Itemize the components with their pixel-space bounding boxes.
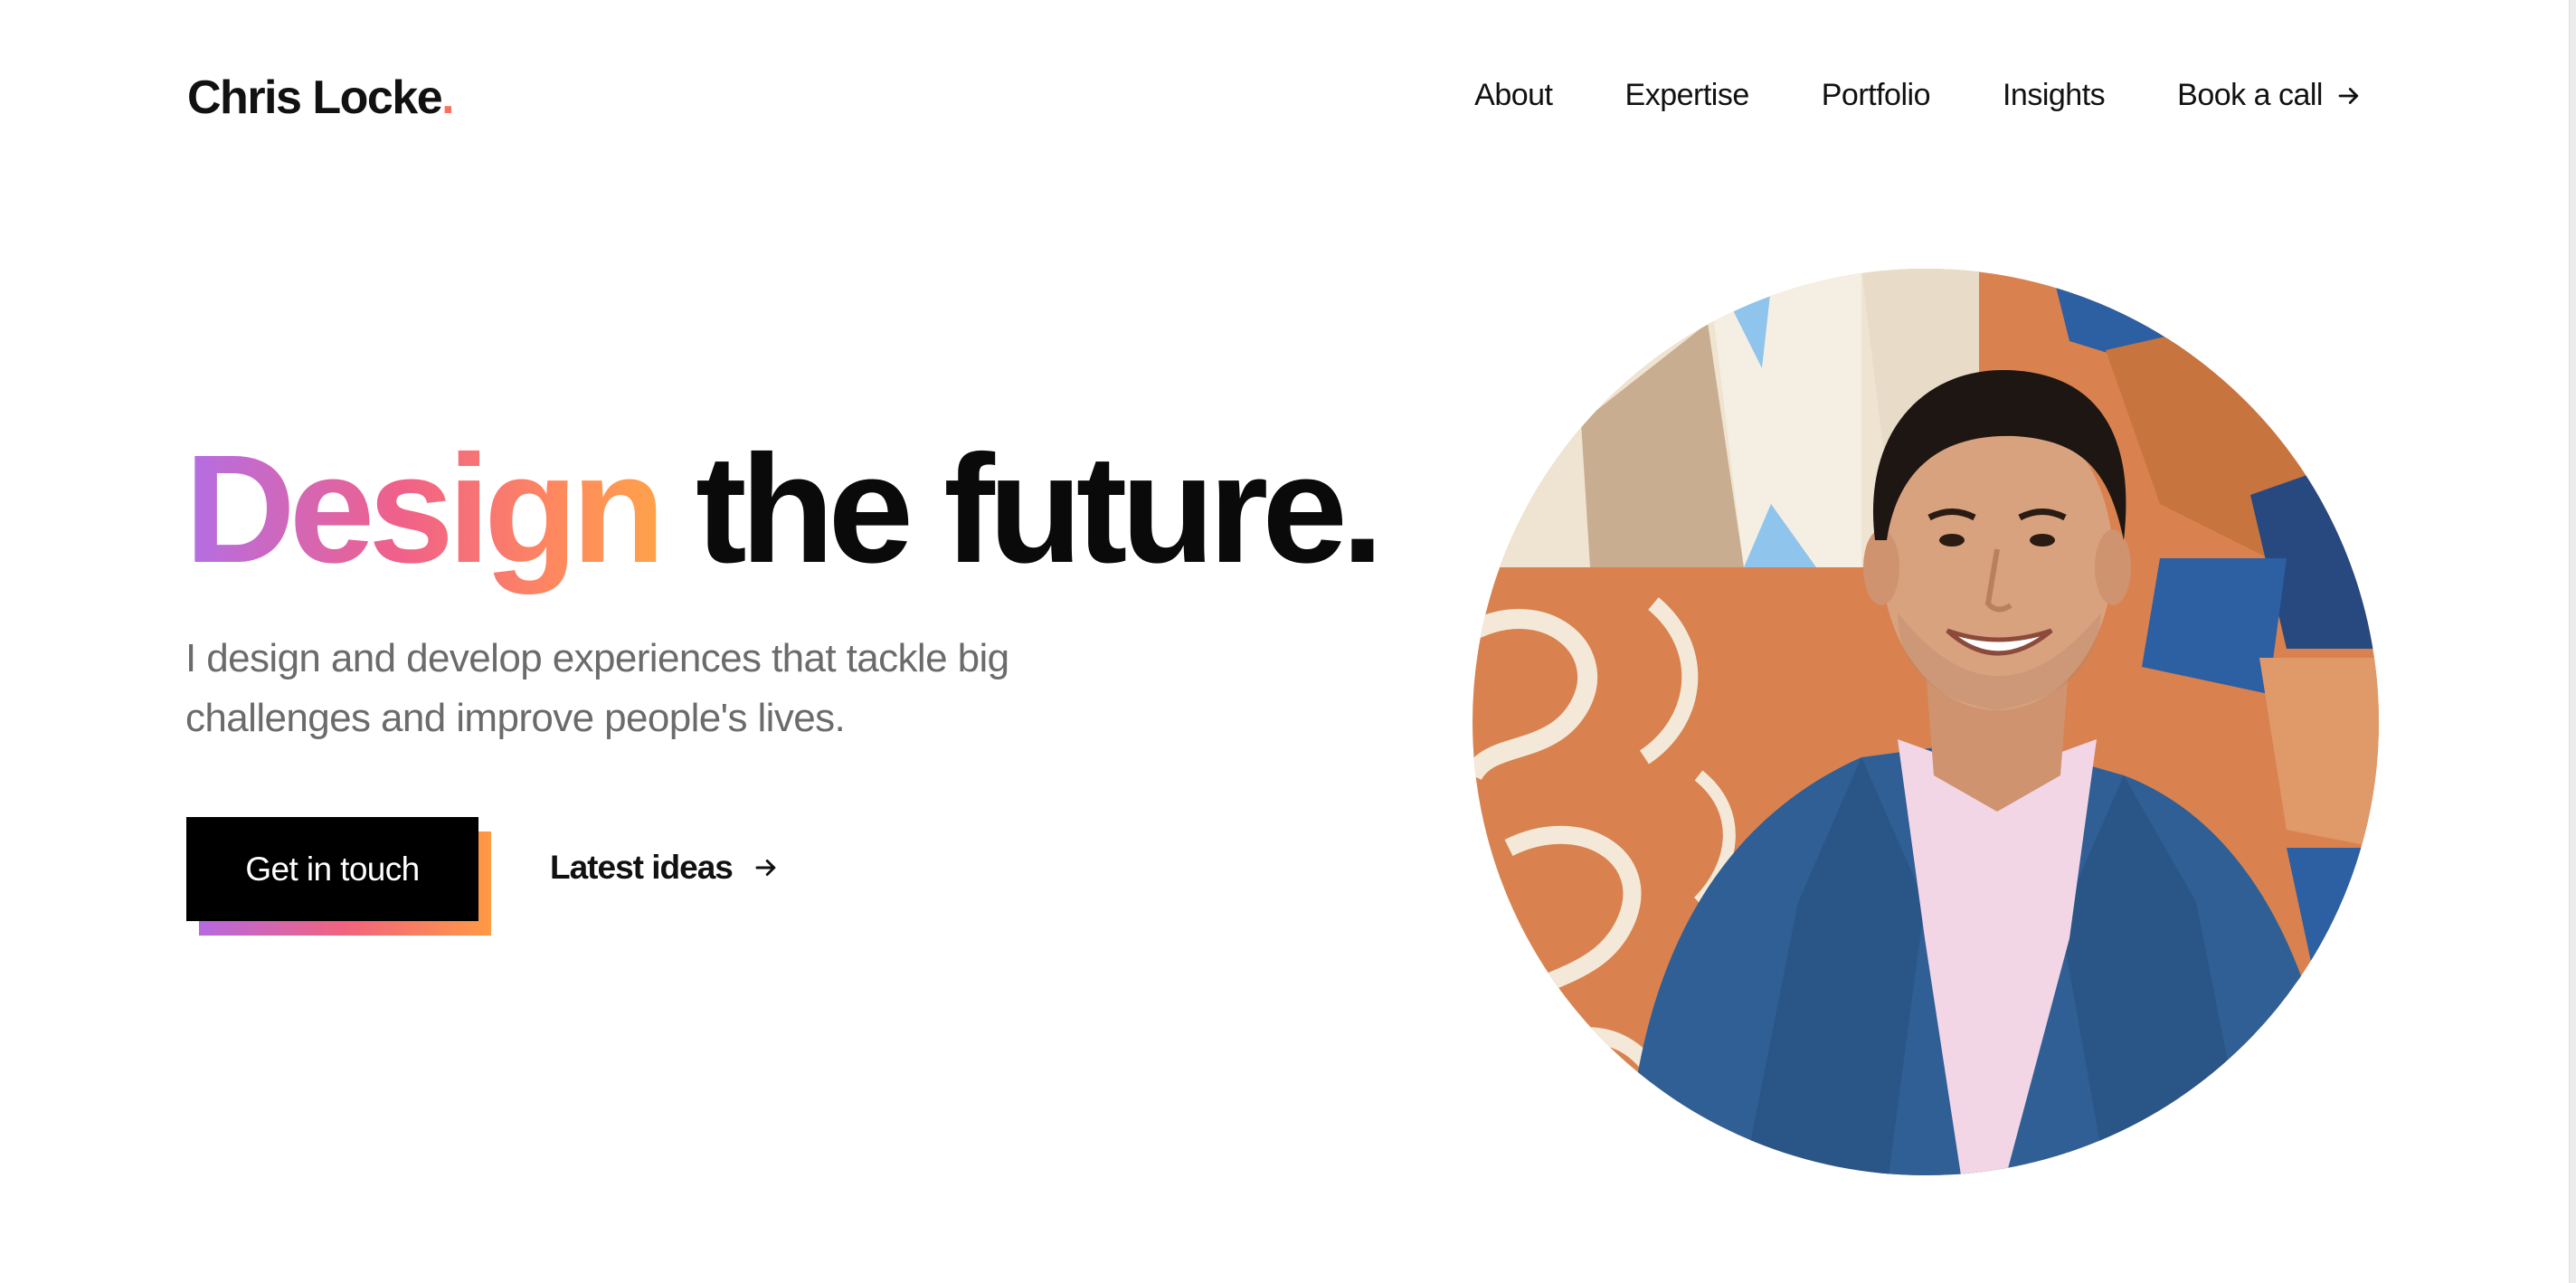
page: Chris Locke. About Expertise Portfolio I… (0, 0, 2576, 1283)
hero-subhead: I design and develop experiences that ta… (185, 629, 1090, 748)
nav-expertise[interactable]: Expertise (1625, 78, 1750, 113)
nav-book-a-call[interactable]: Book a call (2177, 78, 2363, 113)
profile-photo (1473, 269, 2379, 1175)
nav-portfolio[interactable]: Portfolio (1822, 78, 1931, 113)
subhead-line-2: challenges and improve people's lives. (185, 696, 846, 740)
profile-photo-illustration (1473, 269, 2379, 1175)
arrow-right-icon (2338, 87, 2359, 104)
site-logo[interactable]: Chris Locke. (187, 71, 455, 125)
arrow-right-icon (755, 860, 776, 876)
nav-insights[interactable]: Insights (2003, 78, 2106, 113)
latest-ideas-link[interactable]: Latest ideas (550, 849, 780, 887)
logo-text: Chris Locke (187, 71, 443, 124)
get-in-touch-wrapper: Get in touch (186, 817, 491, 936)
hero-headline: Design the future. (185, 432, 1384, 586)
latest-ideas-label: Latest ideas (550, 849, 734, 886)
headline-accent: Design (185, 423, 666, 595)
nav-book-a-call-label: Book a call (2177, 78, 2323, 112)
get-in-touch-button[interactable]: Get in touch (186, 817, 478, 921)
scrollbar-track[interactable] (2569, 0, 2576, 1283)
subhead-line-1: I design and develop experiences that ta… (185, 636, 1009, 680)
headline-rest: the future. (696, 423, 1384, 595)
nav-about[interactable]: About (1474, 78, 1553, 113)
logo-dot: . (441, 71, 454, 124)
main-nav: About Expertise Portfolio Insights Book … (1474, 78, 2363, 113)
